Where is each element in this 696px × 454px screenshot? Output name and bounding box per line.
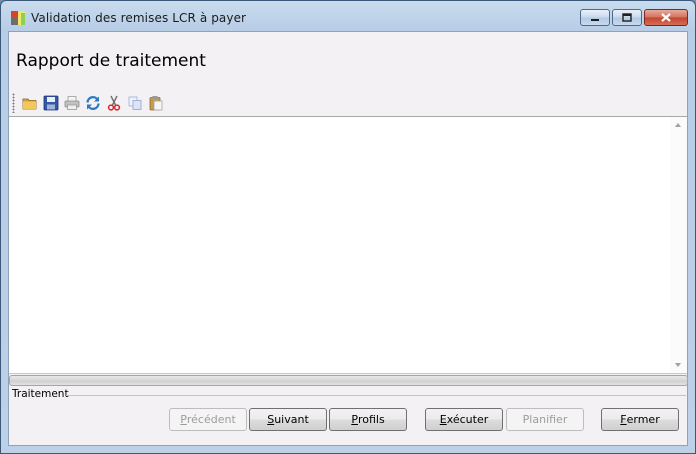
close-icon (661, 13, 671, 22)
scroll-up-icon[interactable] (675, 123, 681, 127)
save-icon (43, 95, 58, 111)
client-area: Rapport de traitement Traitement P récéd… (8, 31, 688, 446)
paste-icon (149, 96, 162, 111)
profiles-button[interactable]: Profils (329, 408, 407, 431)
close-window-button[interactable] (644, 9, 688, 26)
schedule-button[interactable]: Planifier (506, 408, 584, 431)
paste-button[interactable] (146, 94, 165, 113)
report-text-area[interactable] (9, 116, 687, 374)
vertical-scrollbar[interactable] (670, 117, 687, 373)
restore-button[interactable] (612, 9, 642, 26)
next-button[interactable]: Suivant (249, 408, 327, 431)
status-label: Traitement (12, 388, 69, 400)
open-folder-icon (22, 98, 36, 110)
minimize-icon (591, 18, 599, 21)
minimize-button[interactable] (580, 9, 610, 26)
title-bar[interactable]: Validation des remises LCR à payer (1, 1, 695, 31)
copy-button[interactable] (125, 94, 144, 113)
refresh-icon (85, 96, 100, 110)
app-icon (11, 11, 25, 25)
restore-icon (622, 13, 632, 22)
toolbar-grip[interactable] (12, 93, 15, 113)
print-button[interactable] (62, 94, 81, 113)
page-title: Rapport de traitement (16, 51, 206, 71)
previous-button[interactable]: Précédent (169, 408, 247, 431)
execute-button[interactable]: Exécuter (425, 408, 503, 431)
toolbar (12, 92, 312, 114)
window-title: Validation des remises LCR à payer (31, 11, 247, 25)
save-button[interactable] (41, 94, 60, 113)
print-icon (64, 96, 79, 110)
scroll-down-icon[interactable] (675, 363, 681, 367)
cut-button[interactable] (104, 94, 123, 113)
status-divider (66, 395, 686, 396)
progress-bar (9, 375, 688, 386)
copy-icon (128, 96, 141, 110)
caption-buttons (578, 9, 688, 28)
refresh-button[interactable] (83, 94, 102, 113)
open-button[interactable] (20, 94, 39, 113)
cut-icon (107, 95, 120, 111)
close-button[interactable]: Fermer (601, 408, 679, 431)
app-window: Validation des remises LCR à payer Rappo… (0, 0, 696, 454)
